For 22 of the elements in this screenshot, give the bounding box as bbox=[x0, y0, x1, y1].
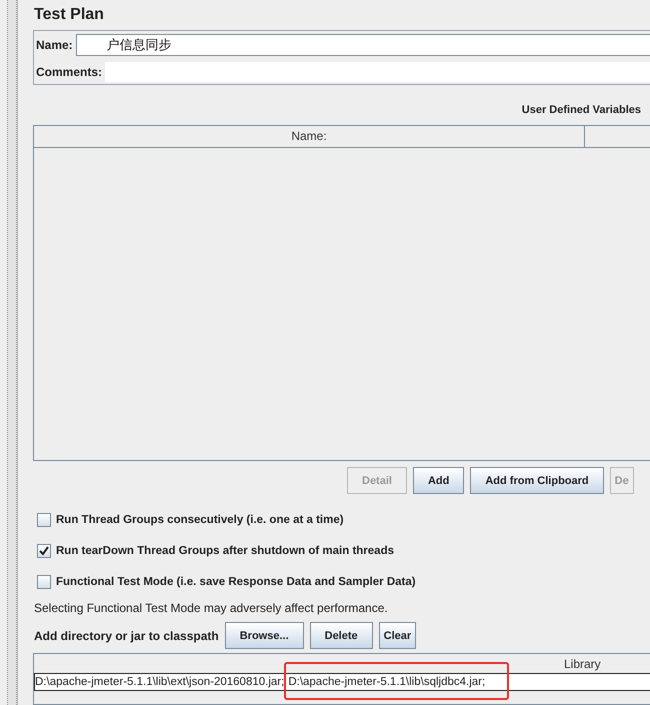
panel-title: Test Plan bbox=[33, 5, 105, 25]
table-title: User Defined Variables bbox=[520, 104, 641, 116]
classpath-button[interactable]: Clear bbox=[378, 622, 416, 650]
column-header[interactable]: Name: bbox=[34, 126, 585, 147]
checkbox[interactable] bbox=[37, 513, 51, 528]
table-button[interactable]: Add from Clipboard bbox=[470, 467, 604, 494]
classpath-button[interactable]: Browse... bbox=[224, 622, 304, 650]
checkbox[interactable] bbox=[37, 575, 51, 590]
checkbox[interactable] bbox=[37, 544, 51, 558]
column-header[interactable]: Library bbox=[34, 654, 650, 674]
classpath-label: Add directory or jar to classpath bbox=[34, 628, 219, 643]
checkbox-label: Functional Test Mode (i.e. save Response Data and Sampler Data) bbox=[56, 576, 416, 588]
splitter-handle[interactable] bbox=[7, 0, 17, 705]
warning-note: Selecting Functional Test Mode may adversely affect performance. bbox=[34, 601, 389, 616]
table-cell[interactable]: D:\apache-jmeter-5.1.1\lib\ext\json-20160810.jar; D:\apache-jmeter-5.1.1\lib\sqljdbc4.jar; bbox=[34, 673, 650, 692]
name-field[interactable]: 户信息同步 bbox=[76, 34, 650, 56]
classpath-button[interactable]: Delete bbox=[310, 622, 373, 650]
checkbox-label: Run tearDown Thread Groups after shutdown of main threads bbox=[56, 545, 394, 558]
field-label: Comments: bbox=[36, 64, 102, 79]
table-button[interactable]: Add bbox=[412, 467, 464, 494]
field-label: Name: bbox=[36, 38, 73, 52]
checkbox-label: Run Thread Groups consecutively (i.e. one at a time) bbox=[56, 514, 344, 526]
